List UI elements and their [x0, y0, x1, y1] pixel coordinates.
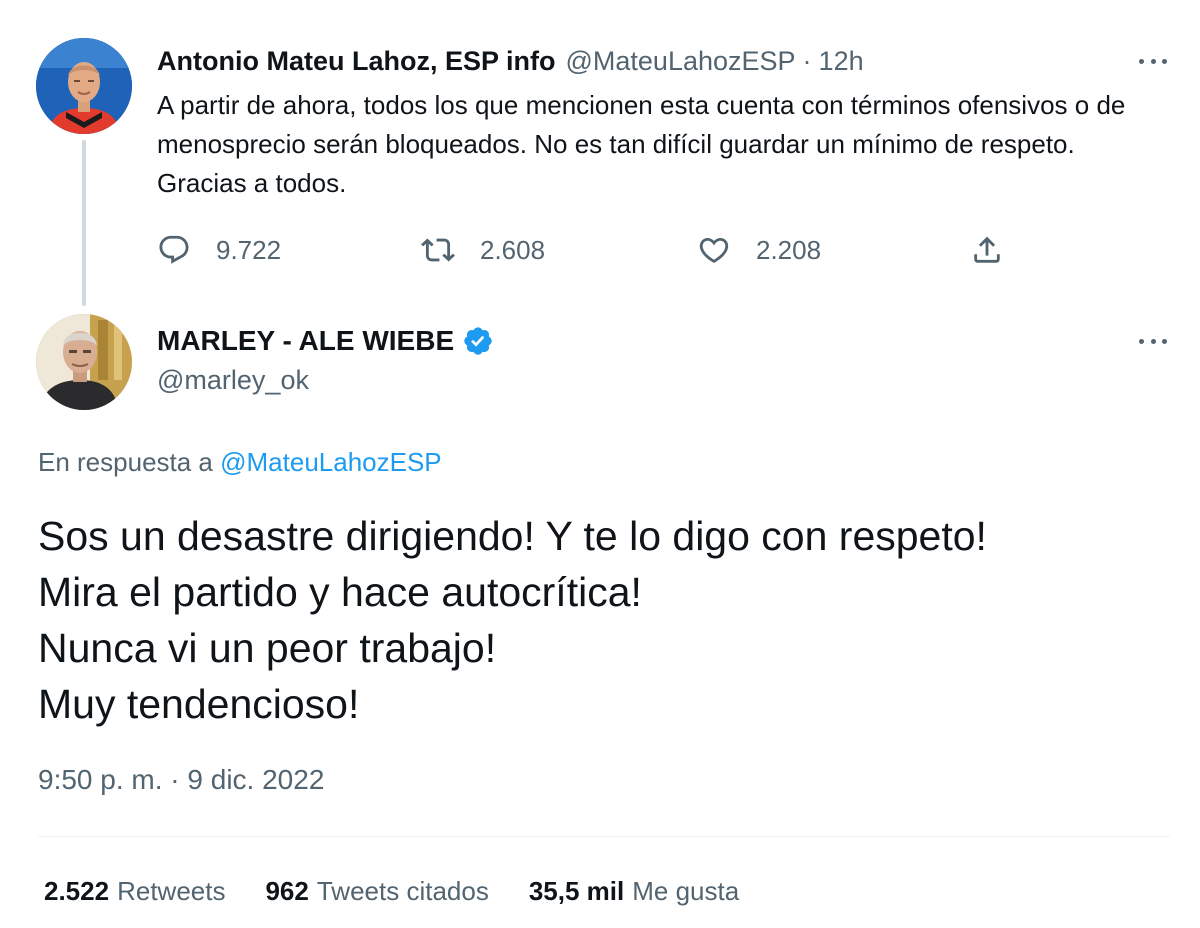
verified-badge-icon [464, 327, 492, 355]
quote-tweets-stat[interactable]: 962 Tweets citados [265, 876, 488, 907]
share-button[interactable] [970, 228, 1004, 272]
parent-tweet-header: Antonio Mateu Lahoz, ESP info @MateuLaho… [157, 44, 864, 78]
more-options-icon[interactable] [1133, 51, 1173, 71]
retweets-stat[interactable]: 2.522 Retweets [44, 876, 225, 907]
parent-tweet-actions: 9.722 2.608 2.208 [157, 228, 1017, 272]
reply-count: 9.722 [216, 234, 282, 265]
parent-author-name[interactable]: Antonio Mateu Lahoz, ESP info [157, 46, 556, 77]
in-reply-to-label: En respuesta a [38, 447, 213, 477]
reply-author-avatar[interactable] [36, 314, 132, 410]
retweets-count: 2.522 [44, 875, 110, 906]
reply-text-line: Nunca vi un peor trabajo! [38, 625, 497, 671]
share-icon [974, 236, 1000, 263]
retweet-count: 2.608 [480, 234, 546, 265]
heart-icon [699, 237, 729, 263]
like-button[interactable]: 2.208 [697, 228, 821, 272]
referee-avatar-image [36, 38, 132, 134]
user-avatar-image [36, 314, 132, 410]
reply-author-name-row: MARLEY - ALE WIEBE [157, 322, 494, 360]
parent-tweet-text: A partir de ahora, todos los que mencion… [157, 90, 1126, 198]
likes-label: Me gusta [632, 875, 740, 906]
quote-tweets-label: Tweets citados [316, 875, 489, 906]
retweet-button[interactable]: 2.608 [421, 228, 545, 272]
reply-text-line: Sos un desastre dirigiendo! Y te lo digo… [38, 513, 987, 559]
like-count: 2.208 [756, 234, 822, 265]
reply-author-handle[interactable]: @marley_ok [157, 365, 309, 396]
parent-author-avatar[interactable] [36, 38, 132, 134]
reply-text-line: Muy tendencioso! [38, 681, 360, 727]
more-options-icon[interactable] [1133, 331, 1173, 351]
retweet-icon [421, 238, 455, 262]
reply-author-name[interactable]: MARLEY - ALE WIEBE [157, 325, 454, 357]
parent-author-handle[interactable]: @MateuLahozESP [566, 46, 796, 77]
tweet-thread: Antonio Mateu Lahoz, ESP info @MateuLaho… [0, 0, 1200, 928]
divider [38, 836, 1170, 837]
tweet-stats: 2.522 Retweets 962 Tweets citados 35,5 mil… [44, 872, 779, 910]
thread-connector-line [82, 140, 86, 306]
header-separator: · [802, 45, 812, 76]
reply-tweet-text: Sos un desastre dirigiendo! Y te lo digo… [38, 508, 1168, 732]
likes-count: 35,5 mil [528, 875, 625, 906]
quote-tweets-count: 962 [265, 875, 309, 906]
tweet-timestamp[interactable]: 9:50 p. m. · 9 dic. 2022 [38, 764, 324, 796]
in-reply-to-handle-link[interactable]: @MateuLahozESP [220, 447, 442, 477]
in-reply-to: En respuesta a @MateuLahozESP [38, 447, 442, 478]
reply-icon [159, 235, 189, 264]
parent-time-ago[interactable]: 12h [819, 46, 864, 77]
reply-button[interactable]: 9.722 [157, 228, 281, 272]
retweets-label: Retweets [117, 875, 226, 906]
likes-stat[interactable]: 35,5 mil Me gusta [529, 876, 739, 907]
reply-text-line: Mira el partido y hace autocrítica! [38, 569, 642, 615]
